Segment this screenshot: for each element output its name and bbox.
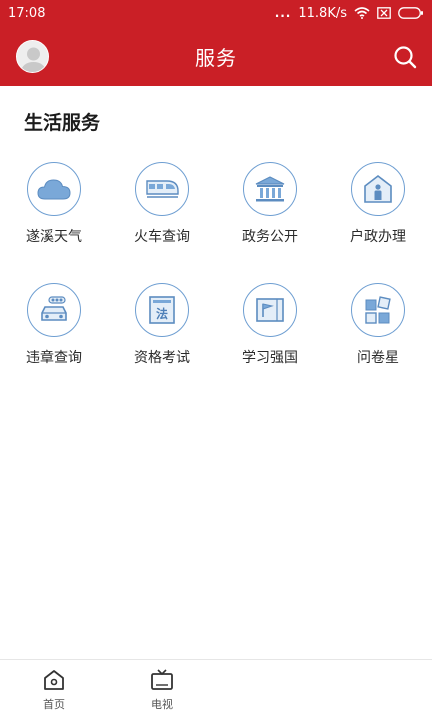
service-label: 户政办理	[350, 229, 406, 245]
home-icon	[44, 670, 64, 690]
tab-home[interactable]: 首页	[0, 660, 108, 720]
law-book-icon: 法	[135, 283, 189, 337]
service-train[interactable]: 火车查询	[108, 162, 216, 246]
tab-label: 电视	[151, 698, 173, 711]
service-government[interactable]: 政务公开	[216, 162, 324, 246]
cloud-icon	[27, 162, 81, 216]
status-time: 17:08	[8, 5, 46, 21]
train-icon	[135, 162, 189, 216]
service-violation[interactable]: 违章查询	[0, 283, 108, 367]
status-indicators: ... 11.8K/s	[275, 6, 424, 21]
house-person-icon	[351, 162, 405, 216]
search-button[interactable]	[392, 44, 418, 70]
status-bar: 17:08 ... 11.8K/s	[0, 0, 432, 26]
service-study[interactable]: 学习强国	[216, 283, 324, 367]
tab-tv[interactable]: 电视	[108, 660, 216, 720]
battery-icon	[398, 7, 424, 19]
page-title: 服务	[195, 45, 237, 70]
flag-book-icon	[243, 283, 297, 337]
status-dots: ...	[274, 6, 292, 20]
blocks-icon	[351, 283, 405, 337]
nav-bar: 服务	[0, 26, 432, 86]
service-questionnaire[interactable]: 问卷星	[324, 283, 432, 367]
government-building-icon	[243, 162, 297, 216]
svg-text:法: 法	[156, 306, 168, 321]
search-icon	[394, 46, 417, 69]
wifi-icon	[354, 7, 370, 19]
service-label: 政务公开	[242, 229, 298, 245]
service-label: 遂溪天气	[26, 229, 82, 245]
service-weather[interactable]: 遂溪天气	[0, 162, 108, 246]
car-traffic-light-icon	[27, 283, 81, 337]
service-household[interactable]: 户政办理	[324, 162, 432, 246]
bottom-tab-bar: 首页 电视	[0, 659, 432, 720]
network-speed: 11.8K/s	[298, 5, 347, 21]
section-title: 生活服务	[24, 112, 101, 134]
service-label: 违章查询	[26, 350, 82, 366]
service-label: 学习强国	[242, 350, 298, 366]
service-label: 问卷星	[357, 350, 399, 366]
user-icon	[17, 41, 48, 72]
sim-off-icon	[377, 7, 391, 19]
tab-label: 首页	[43, 698, 65, 711]
service-label: 资格考试	[134, 350, 190, 366]
tv-icon	[151, 669, 173, 690]
service-exam[interactable]: 法 资格考试	[108, 283, 216, 367]
avatar[interactable]	[16, 40, 49, 73]
service-label: 火车查询	[134, 229, 190, 245]
